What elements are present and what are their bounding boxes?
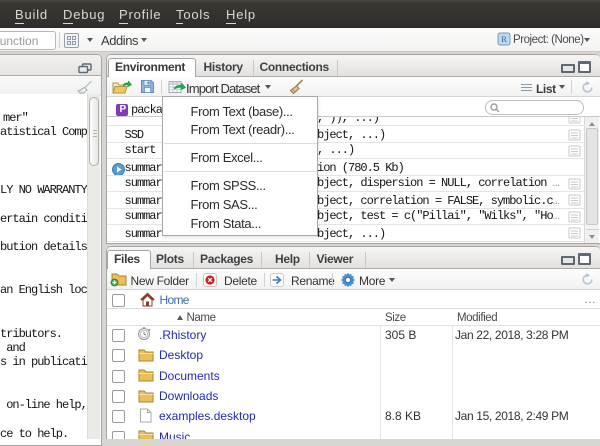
svg-text:R: R [501,35,507,44]
